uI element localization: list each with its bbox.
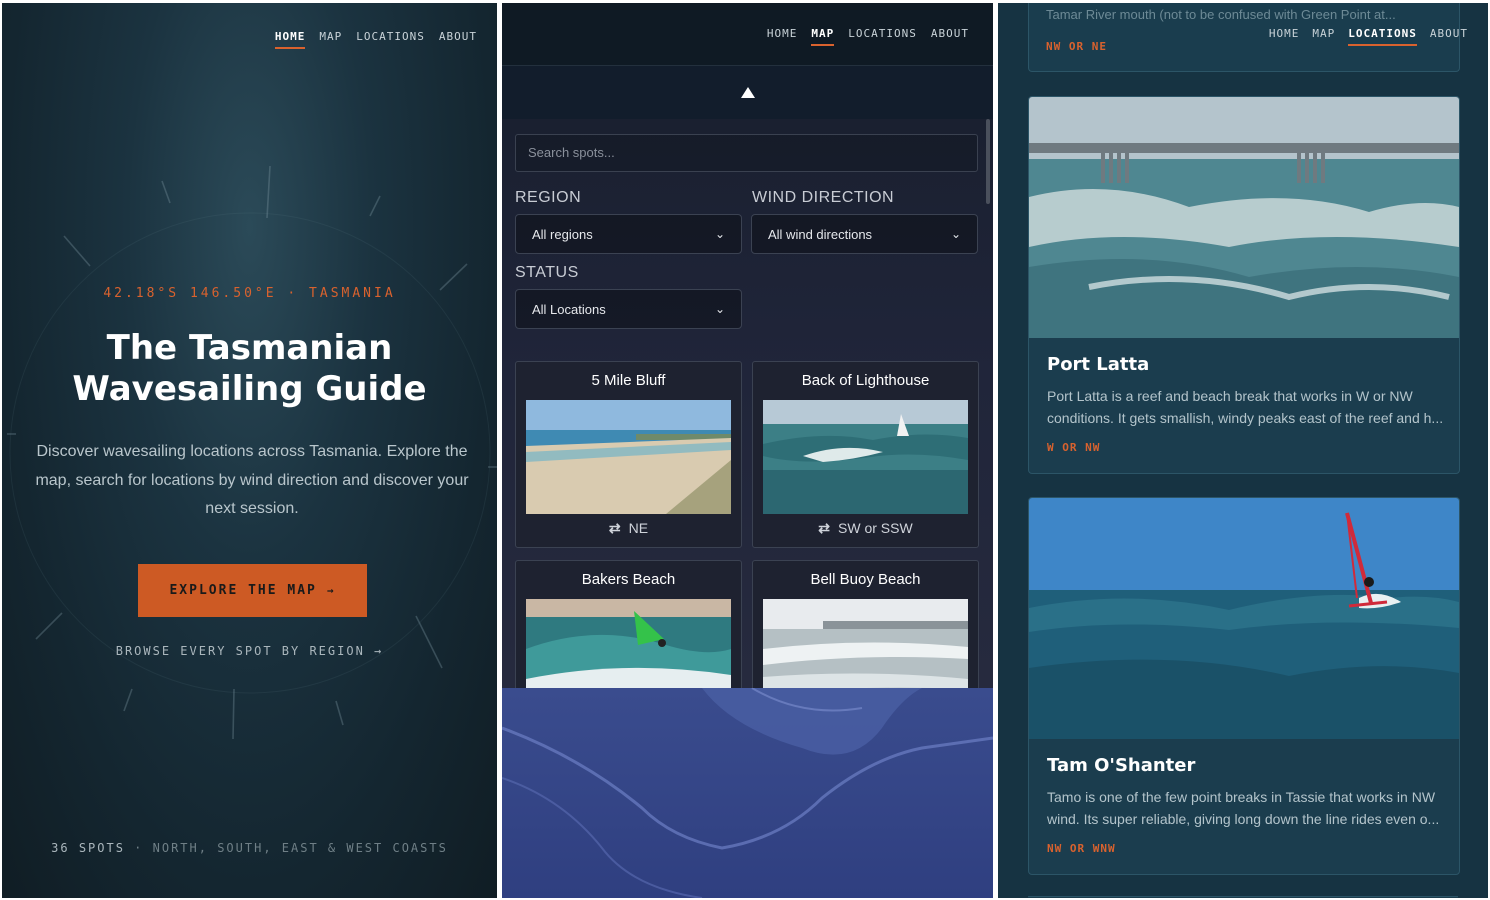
map-panel: HOME MAP LOCATIONS ABOUT Search spots...… (502, 3, 993, 898)
wind-icon: ⇄ (608, 520, 621, 536)
nav-locations[interactable]: LOCATIONS (1348, 27, 1417, 46)
spot-name: Back of Lighthouse (801, 372, 930, 389)
nav-locations[interactable]: LOCATIONS (848, 27, 917, 46)
top-nav: HOME MAP LOCATIONS ABOUT (1269, 27, 1468, 46)
spot-card[interactable]: 5 Mile Bluff ⇄ NE (515, 361, 742, 548)
chevron-down-icon: ⌄ (950, 227, 961, 241)
location-title: Port Latta (1047, 354, 1150, 375)
spot-name: 5 Mile Bluff (591, 372, 666, 389)
nav-map[interactable]: MAP (811, 27, 835, 46)
wind-direction-label: WIND DIRECTION (752, 189, 895, 206)
status-label: STATUS (515, 264, 579, 281)
spot-name: Bell Buoy Beach (810, 571, 921, 588)
previous-location-wind-tag: NW OR NE (1046, 40, 1107, 53)
nav-about[interactable]: ABOUT (439, 30, 477, 49)
next-location-card[interactable] (1028, 896, 1458, 898)
title-line-2: Wavesailing Guide (72, 369, 427, 409)
page-title: The Tasmanian Wavesailing Guide (2, 328, 497, 410)
collapse-panel-button[interactable] (502, 66, 993, 119)
search-input[interactable]: Search spots... (515, 134, 978, 172)
spots-count: 36 SPOTS (51, 841, 125, 855)
location-wind-tag: W OR NW (1047, 441, 1101, 454)
location-photo (1029, 97, 1459, 338)
region-label: REGION (515, 189, 582, 206)
location-description: Port Latta is a reef and beach break tha… (1047, 388, 1444, 426)
arrow-right-icon: → (326, 584, 336, 597)
home-panel: HOME MAP LOCATIONS ABOUT 42.18°S 146.50°… (2, 3, 497, 898)
spot-photo (763, 400, 968, 514)
filter-panel: Search spots... REGION WIND DIRECTION Al… (502, 119, 993, 747)
triangle-up-icon (740, 87, 755, 98)
nav-home[interactable]: HOME (767, 27, 798, 46)
spot-wind-value: NE (628, 520, 649, 536)
wind-direction-select[interactable]: All wind directions ⌄ (751, 214, 978, 254)
locations-panel: Tamar River mouth (not to be confused wi… (998, 3, 1488, 898)
nav-map[interactable]: MAP (1312, 27, 1335, 46)
region-select[interactable]: All regions ⌄ (515, 214, 742, 254)
header-bar: HOME MAP LOCATIONS ABOUT (502, 3, 993, 66)
browse-regions-link[interactable]: BROWSE EVERY SPOT BY REGION → (2, 644, 497, 658)
coasts-label: · NORTH, SOUTH, EAST & WEST COASTS (124, 841, 448, 855)
nav-home[interactable]: HOME (274, 30, 306, 49)
previous-location-description: Tamar River mouth (not to be confused wi… (1046, 7, 1396, 22)
scrollbar[interactable] (986, 119, 990, 204)
spot-wind: ⇄ SW or SSW (753, 520, 978, 537)
wind-icon: ⇄ (818, 520, 831, 536)
spots-summary: 36 SPOTS · NORTH, SOUTH, EAST & WEST COA… (2, 841, 497, 855)
map-view[interactable] (502, 688, 993, 898)
top-nav: HOME MAP LOCATIONS ABOUT (274, 30, 477, 49)
explore-map-button[interactable]: EXPLORE THE MAP → (138, 564, 367, 617)
spot-photo (526, 400, 731, 514)
coordinates-label: 42.18°S 146.50°E · TASMANIA (103, 286, 396, 301)
location-card[interactable]: Tam O'Shanter Tamo is one of the few poi… (1028, 497, 1460, 875)
spot-card[interactable]: Back of Lighthouse ⇄ SW or SSW (752, 361, 979, 548)
explore-map-label: EXPLORE THE MAP (169, 583, 317, 598)
spot-name: Bakers Beach (581, 571, 676, 588)
spot-wind: ⇄ NE (516, 520, 741, 537)
chevron-down-icon: ⌄ (714, 302, 725, 316)
status-select-value: All Locations (532, 301, 606, 317)
nav-about[interactable]: ABOUT (1430, 27, 1468, 46)
spot-wind-value: SW or SSW (838, 520, 913, 536)
nav-about[interactable]: ABOUT (931, 27, 969, 46)
hero-description: Discover wavesailing locations across Ta… (35, 443, 469, 517)
nav-locations[interactable]: LOCATIONS (356, 30, 425, 49)
location-description: Tamo is one of the few point breaks in T… (1047, 789, 1440, 827)
location-wind-tag: NW OR WNW (1047, 842, 1116, 855)
nav-home[interactable]: HOME (1269, 27, 1300, 46)
title-line-1: The Tasmanian (106, 328, 393, 368)
top-nav: HOME MAP LOCATIONS ABOUT (767, 27, 969, 46)
region-select-value: All regions (532, 226, 593, 242)
nav-map[interactable]: MAP (319, 30, 342, 49)
status-select[interactable]: All Locations ⌄ (515, 289, 742, 329)
location-card[interactable]: Port Latta Port Latta is a reef and beac… (1028, 96, 1460, 474)
chevron-down-icon: ⌄ (714, 227, 725, 241)
location-photo (1029, 498, 1459, 739)
location-title: Tam O'Shanter (1047, 755, 1196, 776)
wind-select-value: All wind directions (768, 226, 873, 242)
